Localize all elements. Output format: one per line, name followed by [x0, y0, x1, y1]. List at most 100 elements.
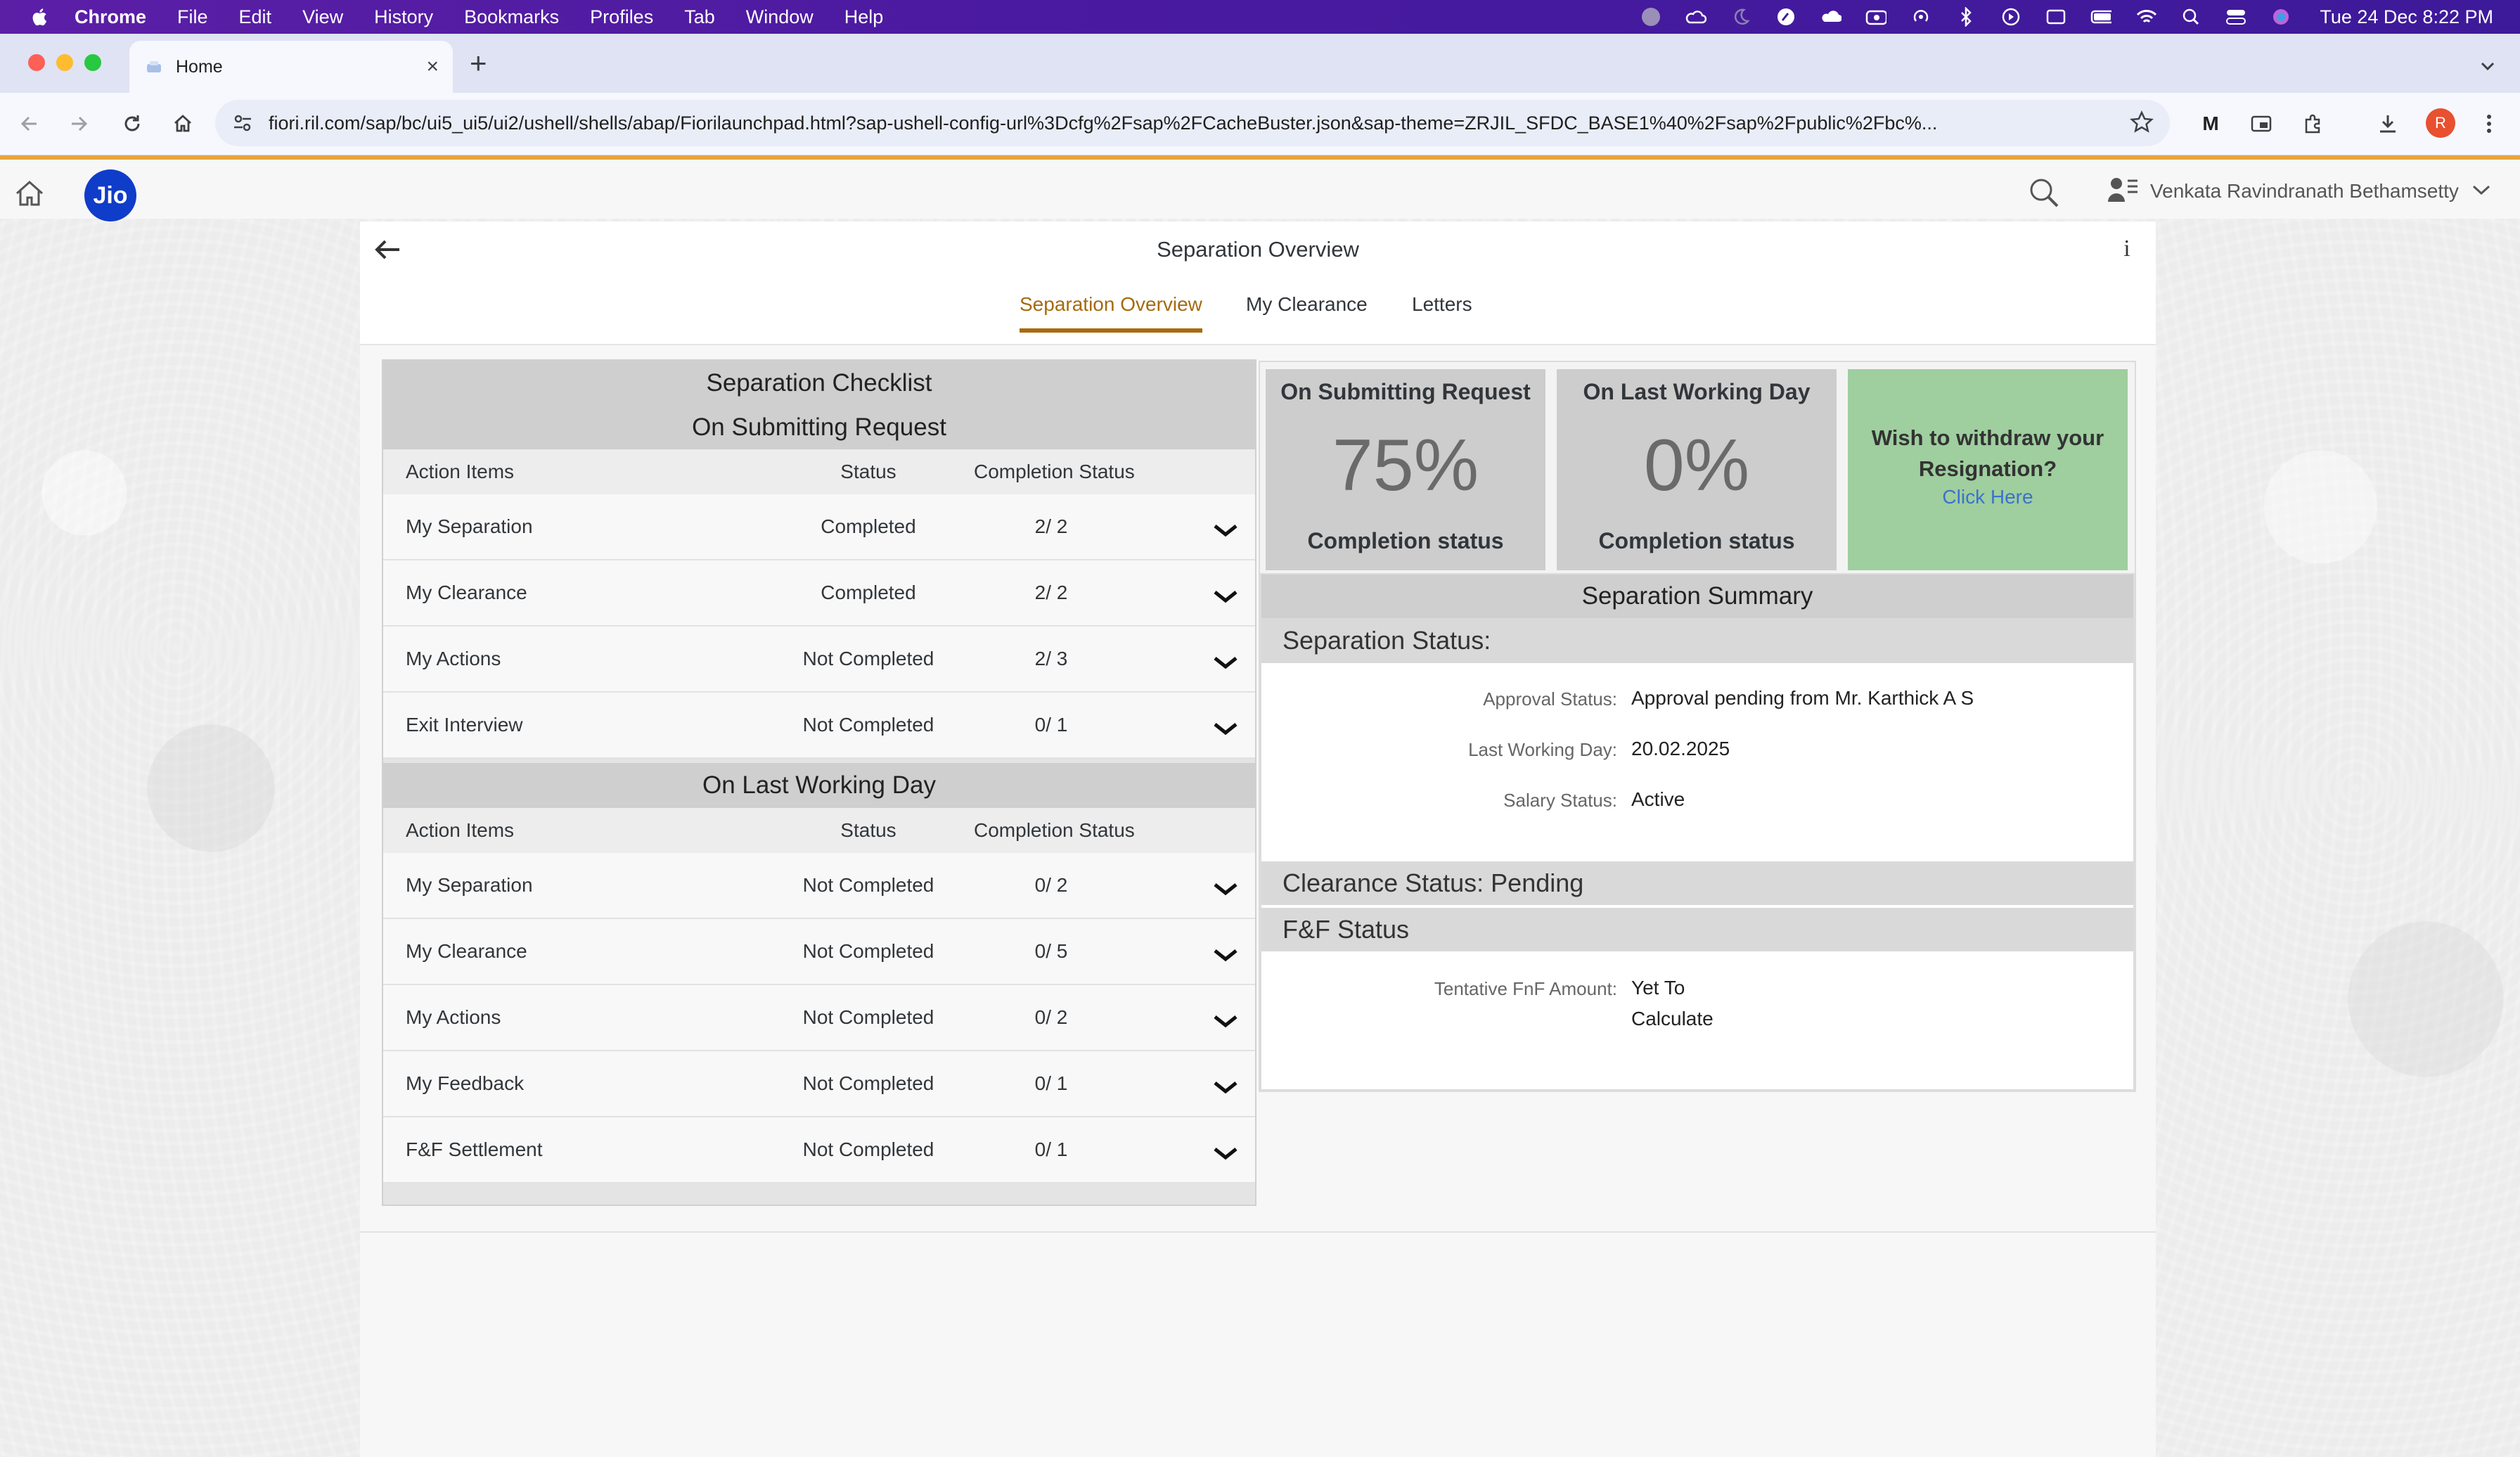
expand-chevron-icon[interactable]: [1213, 878, 1238, 896]
row-status: Not Completed: [802, 1006, 934, 1028]
menu-view[interactable]: View: [302, 6, 343, 28]
control-center-icon[interactable]: [2225, 8, 2246, 26]
bluetooth-icon[interactable]: [1955, 7, 1976, 27]
expand-chevron-icon[interactable]: [1213, 1010, 1238, 1028]
tab-my-clearance[interactable]: My Clearance: [1246, 293, 1368, 328]
menu-file[interactable]: File: [177, 6, 208, 28]
checklist-row[interactable]: My Separation Not Completed 0/ 2: [383, 853, 1255, 919]
expand-chevron-icon[interactable]: [1213, 1143, 1238, 1160]
spotlight-icon[interactable]: [2180, 8, 2201, 26]
address-bar[interactable]: fiori.ril.com/sap/bc/ui5_ui5/ui2/ushell/…: [215, 100, 2170, 146]
forward-arrow-icon[interactable]: [63, 108, 94, 139]
picture-in-picture-icon[interactable]: [2246, 108, 2277, 139]
info-icon[interactable]: i: [2116, 236, 2138, 264]
checklist-row[interactable]: F&F Settlement Not Completed 0/ 1: [383, 1117, 1255, 1183]
expand-chevron-icon[interactable]: [1213, 652, 1238, 669]
user-menu[interactable]: Venkata Ravindranath Bethamsetty: [2107, 174, 2491, 209]
chevron-down-icon[interactable]: [2471, 184, 2491, 200]
battery-icon[interactable]: [2090, 8, 2112, 26]
status-app-icon[interactable]: [1640, 8, 1661, 26]
play-icon[interactable]: [2000, 8, 2021, 26]
status-cloud-icon[interactable]: [1685, 8, 1707, 26]
chrome-menu-icon[interactable]: [2474, 108, 2505, 139]
separation-app: Separation Overview i Separation Overvie…: [360, 222, 2156, 1457]
window-close-button[interactable]: [28, 54, 45, 71]
checklist-row[interactable]: My Actions Not Completed 0/ 2: [383, 985, 1255, 1051]
menu-edit[interactable]: Edit: [239, 6, 272, 28]
jio-logo[interactable]: Jio: [84, 169, 136, 222]
row-status: Not Completed: [802, 714, 934, 736]
col-status: Status: [840, 819, 896, 841]
user-icon: [2107, 174, 2139, 210]
browser-toolbar: fiori.ril.com/sap/bc/ui5_ui5/ui2/ushell/…: [0, 93, 2520, 155]
reload-icon[interactable]: [117, 108, 148, 139]
status-cloud2-icon[interactable]: [1820, 8, 1842, 26]
expand-chevron-icon[interactable]: [1213, 586, 1238, 603]
checklist-row[interactable]: My Feedback Not Completed 0/ 1: [383, 1051, 1255, 1117]
status-moon-icon[interactable]: [1730, 8, 1751, 26]
withdraw-text: Wish to withdraw your Resignation?: [1871, 425, 2104, 481]
col-action-items: Action Items: [406, 819, 515, 841]
tab-search-chevron-icon[interactable]: [2474, 52, 2502, 80]
withdraw-link[interactable]: Click Here: [1848, 486, 2128, 508]
tab-letters[interactable]: Letters: [1412, 293, 1472, 328]
menu-tab[interactable]: Tab: [684, 6, 715, 28]
row-item: My Clearance: [406, 582, 527, 603]
section-title-last-day: On Last Working Day: [383, 763, 1255, 808]
shell-search-icon[interactable]: [2028, 176, 2060, 209]
row-completion: 0/ 2: [1034, 1006, 1068, 1028]
url-text[interactable]: fiori.ril.com/sap/bc/ui5_ui5/ui2/ushell/…: [269, 113, 2118, 134]
bookmark-star-icon[interactable]: [2129, 110, 2154, 139]
row-item: My Feedback: [406, 1072, 525, 1094]
extensions-puzzle-icon[interactable]: [2298, 108, 2329, 139]
expand-chevron-icon[interactable]: [1213, 944, 1238, 962]
site-info-icon[interactable]: [231, 111, 255, 135]
checklist-row[interactable]: My Clearance Not Completed 0/ 5: [383, 919, 1255, 985]
menubar-clock[interactable]: Tue 24 Dec 8:22 PM: [2320, 6, 2493, 28]
row-status: Not Completed: [802, 874, 934, 896]
row-status: Completed: [821, 515, 916, 537]
extension-m-icon[interactable]: M: [2195, 108, 2226, 139]
downloads-icon[interactable]: [2372, 108, 2403, 139]
menu-history[interactable]: History: [374, 6, 433, 28]
status-battery-app-icon[interactable]: [1865, 8, 1887, 26]
shell-home-icon[interactable]: [14, 178, 45, 209]
menu-window[interactable]: Window: [746, 6, 814, 28]
siri-icon[interactable]: [2270, 8, 2291, 26]
row-item: My Separation: [406, 874, 533, 896]
row-item: F&F Settlement: [406, 1138, 543, 1160]
display-icon[interactable]: [2045, 8, 2066, 26]
fiori-page: Jio Venkata Ravindranath Bethamsetty Sep…: [0, 155, 2520, 1457]
card-percent: 75%: [1332, 425, 1479, 506]
checklist-row[interactable]: My Actions Not Completed 2/ 3: [383, 627, 1255, 693]
airdrop-icon[interactable]: [1910, 8, 1931, 26]
home-icon[interactable]: [167, 108, 198, 139]
menu-help[interactable]: Help: [844, 6, 884, 28]
window-zoom-button[interactable]: [84, 54, 101, 71]
menu-app-chrome[interactable]: Chrome: [75, 6, 146, 28]
expand-chevron-icon[interactable]: [1213, 520, 1238, 537]
checklist-row[interactable]: My Clearance Completed 2/ 2: [383, 560, 1255, 627]
checklist-row[interactable]: My Separation Completed 2/ 2: [383, 494, 1255, 560]
checklist-title: Separation Checklist: [383, 361, 1255, 406]
browser-tab-home[interactable]: Home ×: [129, 41, 453, 93]
profile-avatar[interactable]: R: [2426, 108, 2455, 138]
last-working-day-label: Last Working Day:: [1468, 739, 1617, 760]
tab-separation-overview[interactable]: Separation Overview: [1020, 293, 1202, 333]
new-tab-button[interactable]: +: [470, 46, 487, 80]
checklist-row[interactable]: Exit Interview Not Completed 0/ 1: [383, 693, 1255, 759]
tab-close-icon[interactable]: ×: [426, 55, 439, 79]
salary-status-label: Salary Status:: [1503, 790, 1617, 811]
menu-bookmarks[interactable]: Bookmarks: [464, 6, 559, 28]
wifi-icon[interactable]: [2135, 8, 2157, 26]
menu-profiles[interactable]: Profiles: [590, 6, 653, 28]
status-pen-icon[interactable]: [1775, 8, 1796, 26]
page-title: Separation Overview: [1157, 237, 1359, 262]
column-header-row: Action Items Status Completion Status: [383, 808, 1255, 853]
content-divider: [360, 1231, 2156, 1233]
apple-icon[interactable]: [28, 5, 49, 29]
window-minimize-button[interactable]: [56, 54, 73, 71]
expand-chevron-icon[interactable]: [1213, 718, 1238, 736]
back-arrow-icon[interactable]: [14, 108, 45, 139]
expand-chevron-icon[interactable]: [1213, 1077, 1238, 1094]
